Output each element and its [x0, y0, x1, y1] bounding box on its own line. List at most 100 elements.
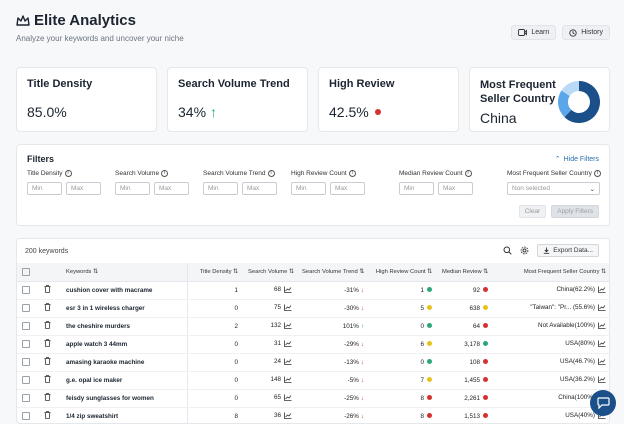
info-icon[interactable]: i	[64, 170, 72, 177]
trend-chart-icon[interactable]	[284, 412, 292, 420]
chat-support-button[interactable]	[590, 390, 616, 416]
chevron-up-icon: ⌃	[554, 156, 561, 163]
filter-median-review-count: Median Review Count i Min Max	[399, 170, 473, 195]
trend-chart-icon[interactable]	[598, 358, 606, 366]
high-review-value: 42.5%	[329, 104, 369, 120]
table-row[interactable]: 1/4 zip sweatshirt 8 36 -26% ↓ 8 1,513 USA(40%)	[17, 407, 609, 423]
col-title-density[interactable]: Title Density ⇅	[187, 263, 243, 282]
search-volume-cell: 132	[243, 317, 297, 336]
export-data-button[interactable]: Export Data...	[537, 244, 599, 257]
median-review-min-input[interactable]: Min	[399, 182, 434, 195]
trend-chart-icon[interactable]	[598, 340, 606, 348]
search-volume-max-input[interactable]: Max	[154, 182, 189, 195]
seller-country-cell: "Taiwan": "Pr... (55.6%)	[493, 299, 609, 318]
trash-icon[interactable]	[44, 357, 51, 365]
title-density-cell: 0	[187, 299, 243, 318]
table-row[interactable]: amasing karaoke machine 0 24 -13% ↓ 0 108 USA(4…	[17, 353, 609, 372]
info-icon[interactable]: i	[593, 170, 601, 177]
trend-chart-icon[interactable]	[598, 322, 606, 330]
keyword-cell[interactable]: apple watch 3 44mm	[61, 335, 188, 354]
trash-icon[interactable]	[44, 375, 51, 383]
trash-icon[interactable]	[44, 411, 51, 419]
title-density-max-input[interactable]: Max	[66, 182, 101, 195]
row-checkbox[interactable]	[22, 376, 30, 384]
keyword-cell[interactable]: 1/4 zip sweatshirt	[61, 407, 188, 423]
median-review-max-input[interactable]: Max	[438, 182, 473, 195]
info-icon[interactable]: i	[348, 170, 356, 177]
high-review-count-cell: 1	[369, 281, 437, 300]
trash-icon[interactable]	[44, 393, 51, 401]
trend-chart-icon[interactable]	[284, 304, 292, 312]
high-review-max-input[interactable]: Max	[330, 182, 365, 195]
search-icon[interactable]	[503, 246, 512, 255]
learn-button[interactable]: Learn	[511, 25, 557, 40]
title-density-cell: 1	[187, 281, 243, 300]
col-median-review[interactable]: Median Review ⇅	[437, 263, 493, 282]
search-volume-trend-min-input[interactable]: Min	[203, 182, 238, 195]
high-review-count-cell: 8	[369, 389, 437, 408]
col-keywords[interactable]: Keywords ⇅	[61, 263, 188, 282]
table-row[interactable]: the cheshire murders 2 132 101% ↑ 0 64 Not Avai…	[17, 317, 609, 336]
row-checkbox[interactable]	[22, 304, 30, 312]
trend-chart-icon[interactable]	[598, 304, 606, 312]
trend-chart-icon[interactable]	[284, 358, 292, 366]
table-row[interactable]: feisdy sunglasses for women 0 65 -25% ↓ 8 2,26…	[17, 389, 609, 408]
trend-chart-icon[interactable]	[284, 286, 292, 294]
table-row[interactable]: apple watch 3 44mm 0 31 -29% ↓ 6 3,178 USA(80%)	[17, 335, 609, 354]
search-volume-min-input[interactable]: Min	[115, 182, 150, 195]
col-high-review-count[interactable]: High Review Count ⇅	[369, 263, 437, 282]
trash-icon[interactable]	[44, 303, 51, 311]
row-checkbox[interactable]	[22, 340, 30, 348]
row-checkbox[interactable]	[22, 394, 30, 402]
search-volume-trend-cell: -5% ↓	[297, 371, 369, 390]
col-search-volume[interactable]: Search Volume ⇅	[243, 263, 297, 282]
trash-icon[interactable]	[44, 339, 51, 347]
clear-filters-button[interactable]: Clear	[518, 205, 547, 218]
trash-icon[interactable]	[44, 321, 51, 329]
status-dot-icon	[483, 287, 488, 293]
info-icon[interactable]: i	[267, 170, 275, 177]
search-volume-trend-max-input[interactable]: Max	[242, 182, 277, 195]
col-search-volume-trend[interactable]: Search Volume Trend ⇅	[297, 263, 369, 282]
keyword-cell[interactable]: amasing karaoke machine	[61, 353, 188, 372]
info-icon[interactable]: i	[464, 170, 472, 177]
trend-chart-icon[interactable]	[284, 394, 292, 402]
keyword-cell[interactable]: feisdy sunglasses for women	[61, 389, 188, 408]
row-checkbox[interactable]	[22, 322, 30, 330]
hide-filters-button[interactable]: ⌃ Hide Filters	[554, 155, 599, 164]
high-review-min-input[interactable]: Min	[291, 182, 326, 195]
seller-country-select[interactable]: Non selected ⌄	[507, 182, 600, 195]
trend-chart-icon[interactable]	[284, 322, 292, 330]
crown-icon	[16, 14, 30, 26]
row-checkbox[interactable]	[22, 286, 30, 294]
gear-icon[interactable]	[520, 246, 529, 255]
trend-chart-icon[interactable]	[598, 376, 606, 384]
keyword-cell[interactable]: cushion cover with macrame	[61, 281, 188, 300]
table-row[interactable]: esr 3 in 1 wireless charger 0 75 -30% ↓ 5 638 "…	[17, 299, 609, 318]
trend-chart-icon[interactable]	[284, 340, 292, 348]
keyword-cell[interactable]: the cheshire murders	[61, 317, 188, 336]
trash-icon[interactable]	[44, 285, 51, 293]
keyword-cell[interactable]: esr 3 in 1 wireless charger	[61, 299, 188, 318]
row-checkbox[interactable]	[22, 412, 30, 420]
row-checkbox[interactable]	[22, 358, 30, 366]
median-review-cell: 1,455	[437, 371, 493, 390]
table-row[interactable]: g.e. opal ice maker 0 148 -5% ↓ 7 1,455 USA(36.…	[17, 371, 609, 390]
history-button[interactable]: History	[562, 25, 610, 40]
median-review-cell: 3,178	[437, 335, 493, 354]
col-seller-country[interactable]: Most Frequent Seller Country ⇅	[493, 263, 609, 282]
arrow-down-icon: ↓	[360, 376, 364, 384]
filters-title: Filters	[27, 154, 55, 164]
seller-country-cell: China(62.2%)	[493, 281, 609, 300]
select-all-checkbox[interactable]	[22, 267, 30, 276]
keyword-count: 200 keywords	[25, 247, 69, 255]
keyword-cell[interactable]: g.e. opal ice maker	[61, 371, 188, 390]
table-row[interactable]: cushion cover with macrame 1 68 -31% ↓ 1 92 Chi…	[17, 281, 609, 300]
apply-filters-button[interactable]: Apply Filters	[551, 205, 599, 218]
status-dot-icon	[483, 395, 488, 401]
trend-chart-icon[interactable]	[284, 376, 292, 384]
trend-chart-icon[interactable]	[598, 286, 606, 294]
title-density-min-input[interactable]: Min	[27, 182, 62, 195]
info-icon[interactable]: i	[161, 170, 169, 177]
arrow-down-icon: ↓	[360, 304, 364, 312]
